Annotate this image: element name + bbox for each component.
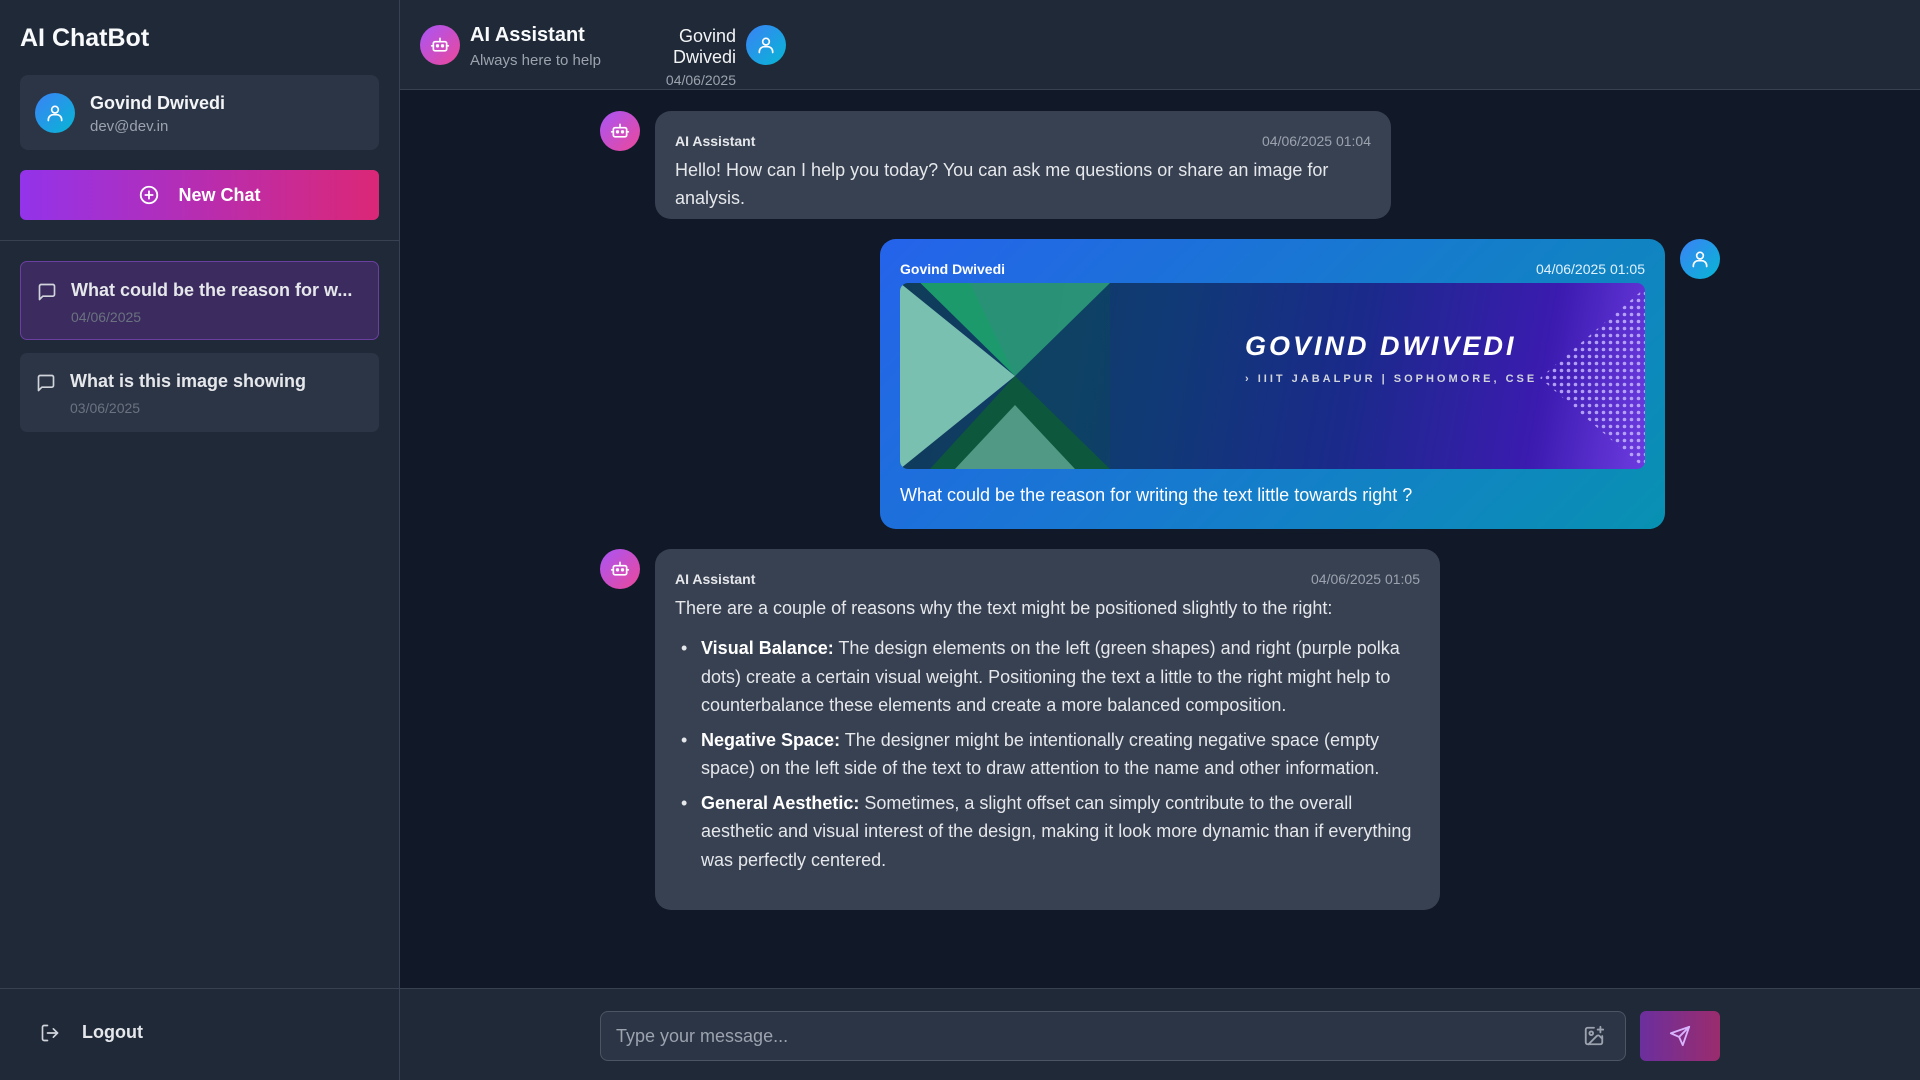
user-avatar [35,93,75,133]
chat-header: AI Assistant Always here to help Govind … [400,0,1920,90]
send-icon [1669,1025,1691,1047]
chat-history-date: 03/06/2025 [70,400,141,416]
sidebar-divider [0,240,400,241]
app-title: AI ChatBot [20,24,150,52]
header-user-info: Govind Dwivedi 04/06/2025 [614,26,736,88]
bullet-label: Negative Space: [701,729,841,750]
chat-history-title: What is this image showing [70,371,307,391]
message-intro: There are a couple of reasons why the te… [675,598,1333,618]
message-timestamp: 04/06/2025 01:04 [1262,133,1371,149]
header-user-date: 04/06/2025 [665,72,736,88]
message-input[interactable] [600,1011,1626,1061]
user-icon [47,105,63,122]
user-icon [758,37,774,54]
logout-button[interactable]: Logout [40,1022,143,1043]
user-message: Govind Dwivedi 04/06/2025 01:05 GOVIND D… [880,239,1665,529]
assistant-avatar [600,549,640,589]
bullet-label: General Aesthetic: [701,792,860,813]
list-item: General Aesthetic: Sometimes, a slight o… [675,789,1420,875]
list-item: Negative Space: The designer might be in… [675,726,1420,783]
user-icon [1692,251,1708,268]
message-timestamp: 04/06/2025 01:05 [1536,261,1645,277]
bot-icon [610,123,630,138]
bot-icon [610,561,630,576]
message-text: Hello! How can I help you today? You can… [675,160,1329,208]
chat-history-item[interactable]: What is this image showing 03/06/2025 [20,353,379,432]
header-user-avatar [746,25,786,65]
sidebar-bottom-divider [0,988,400,989]
message-text: What could be the reason for writing the… [900,485,1413,505]
banner-subtitle: › IIIT JABALPUR | SOPHOMORE, CSE [1245,373,1538,385]
bot-icon [430,37,450,52]
message-sender: AI Assistant [675,133,756,149]
chat-history-title: What could be the reason for w... [71,280,353,300]
message-square-icon [38,283,56,301]
chat-history-date: 04/06/2025 [71,309,142,325]
send-button[interactable] [1640,1011,1720,1061]
new-chat-button[interactable]: New Chat [20,170,379,220]
assistant-avatar [600,111,640,151]
plus-circle-icon [140,185,159,205]
chat-history-item-active[interactable]: What could be the reason for w... 04/06/… [20,261,379,340]
bullet-label: Visual Balance: [701,638,834,658]
user-profile-card: Govind Dwivedi dev@dev.in [20,75,379,150]
profile-email: dev@dev.in [90,118,169,135]
message-bullet-list: Visual Balance: The design elements on t… [675,634,1420,880]
message-timestamp: 04/06/2025 01:05 [1311,571,1420,587]
new-chat-label: New Chat [178,184,261,205]
message-composer [400,988,1920,1080]
assistant-avatar [420,25,460,65]
header-user-name: Govind Dwivedi [672,26,736,67]
assistant-tagline: Always here to help [470,52,601,69]
logout-icon [41,1024,59,1041]
polka-dots [1540,288,1645,469]
sidebar: AI ChatBot Govind Dwivedi dev@dev.in New… [0,0,400,1080]
banner-title: GOVIND DWIVEDI [1245,331,1517,361]
image-plus-icon[interactable] [1583,1025,1605,1047]
message-sender: Govind Dwivedi [900,261,1006,277]
assistant-message: AI Assistant 04/06/2025 01:04 Hello! How… [655,111,1391,219]
message-sender: AI Assistant [675,571,756,587]
user-avatar [1680,239,1720,279]
profile-name: Govind Dwivedi [90,93,226,113]
assistant-message: AI Assistant 04/06/2025 01:05 There are … [655,549,1440,910]
message-square-icon [37,374,55,392]
assistant-name: AI Assistant [470,24,585,46]
logout-label: Logout [82,1022,143,1042]
list-item: Visual Balance: The design elements on t… [675,634,1420,720]
attached-image[interactable]: GOVIND DWIVEDI › IIIT JABALPUR | SOPHOMO… [900,283,1645,469]
